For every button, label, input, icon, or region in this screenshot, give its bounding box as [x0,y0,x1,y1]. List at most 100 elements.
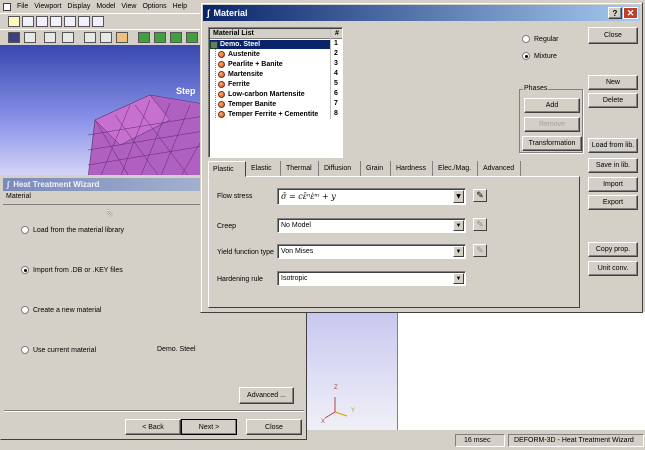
export-button[interactable]: Export [588,195,638,210]
edit-pencil-icon[interactable]: ✎ [473,189,487,202]
material-list[interactable]: Material List # Demo. Steel 1 Austenite … [208,27,343,158]
chevron-down-icon[interactable]: ▼ [453,273,464,284]
zoom-icon[interactable] [154,32,166,43]
menu-options[interactable]: Options [142,3,166,10]
chevron-down-icon[interactable]: ▼ [453,190,464,203]
phase-num: 7 [334,100,338,107]
radio-icon[interactable] [522,35,530,43]
list-row-phase[interactable]: Martensite [218,70,263,79]
tab-grain[interactable]: Grain [362,161,391,176]
save-icon[interactable] [8,32,20,43]
menu-model[interactable]: Model [96,3,115,10]
tab-hardness[interactable]: Hardness [392,161,433,176]
help-button[interactable]: ? [608,7,622,19]
unit-conv-button[interactable]: Unit conv. [588,261,638,276]
list-row-phase[interactable]: Temper Banite [218,100,276,109]
hardening-rule-select[interactable]: Isotropic ▼ [277,271,466,286]
element-icon[interactable] [50,16,62,27]
rotate-icon[interactable] [116,32,128,43]
close-button[interactable]: Close [588,27,638,44]
hardening-rule-value: Isotropic [281,275,308,282]
radio-selected-icon[interactable] [522,52,530,60]
axis-x-label: X [321,419,326,425]
menu-display[interactable]: Display [67,3,90,10]
chevron-down-icon[interactable]: ▼ [453,246,464,257]
pan-icon[interactable] [170,32,182,43]
tab-advanced[interactable]: Advanced [479,161,521,176]
radio-regular[interactable]: Regular [522,35,559,43]
option-use-current[interactable]: Use current material [21,346,96,354]
tree-line [215,49,216,118]
view-icon[interactable] [186,32,198,43]
material-titlebar[interactable]: ∫ Material [203,5,640,21]
edit-pencil-icon[interactable]: ✎ [473,218,487,231]
status-time: 16 msec [455,434,505,447]
yield-function-select[interactable]: Von Mises ▼ [277,244,466,259]
back-button[interactable]: < Back [125,419,181,435]
list-row-root[interactable]: Demo. Steel [210,40,330,49]
list-row-phase[interactable]: Pearlite + Banite [218,60,283,69]
mouse-cursor-icon: ⇖ [105,208,114,219]
window-icon[interactable] [62,32,74,43]
menu-help[interactable]: Help [173,3,187,10]
header-name: Material List [213,30,254,37]
list-row-phase[interactable]: Ferrite [218,80,250,89]
tab-plastic[interactable]: Plastic [208,161,246,177]
advanced-button[interactable]: Advanced ... [239,387,294,404]
mesh-icon[interactable] [92,16,104,27]
flow-stress-select[interactable]: σ̄ = cε̄ⁿε̇ᵐ + y ▼ [277,188,466,205]
scale-icon[interactable] [8,16,20,27]
node-icon[interactable] [22,16,34,27]
menu-file[interactable]: File [17,3,28,10]
viewport[interactable]: Step [0,45,210,178]
radio-icon[interactable] [21,306,29,314]
phase-icon [218,91,225,98]
phase-icon [218,61,225,68]
chevron-down-icon[interactable]: ▼ [453,220,464,231]
move-icon[interactable] [100,32,112,43]
radio-icon[interactable] [21,226,29,234]
tab-elec-mag[interactable]: Elec./Mag. [434,161,478,176]
next-button[interactable]: Next > [181,419,237,435]
tab-elastic[interactable]: Elastic [247,161,281,176]
transformation-button[interactable]: Transformation [522,136,582,151]
edit-pencil-icon[interactable]: ✎ [473,244,487,257]
option-import-db[interactable]: Import from .DB or .KEY files [21,266,123,274]
save-in-lib-button[interactable]: Save in lib. [588,158,638,173]
option-load-library[interactable]: Load from the material library [21,226,124,234]
creep-select[interactable]: No Model ▼ [277,218,466,233]
wizard-close-button[interactable]: Close [246,419,302,435]
tab-diffusion[interactable]: Diffusion [320,161,361,176]
list-row-phase[interactable]: Low-carbon Martensite [218,90,305,99]
phase-name: Temper Banite [228,101,277,108]
add-button[interactable]: Add [524,98,580,113]
current-material-value: Demo. Steel [157,346,196,353]
load-from-lib-button[interactable]: Load from lib. [588,138,638,153]
tab-thermal[interactable]: Thermal [282,161,319,176]
radio-selected-icon[interactable] [21,266,29,274]
copy-prop-button[interactable]: Copy prop. [588,242,638,257]
close-x-button[interactable]: ✕ [623,7,638,19]
new-button[interactable]: New [588,75,638,90]
list-row-phase[interactable]: Temper Ferrite + Cementite [218,110,318,119]
fit-icon[interactable] [138,32,150,43]
print-icon[interactable] [24,32,36,43]
camera-icon[interactable] [44,32,56,43]
option-label: Use current material [33,346,97,354]
option-create-new[interactable]: Create a new material [21,306,101,314]
surface-icon[interactable] [64,16,76,27]
select-icon[interactable] [84,32,96,43]
menu-viewport[interactable]: Viewport [34,3,61,10]
radio-mixture[interactable]: Mixture [522,52,557,60]
radio-icon[interactable] [21,346,29,354]
remove-button[interactable]: Remove [524,117,580,132]
app-icon [3,2,11,11]
menu-view[interactable]: View [121,3,136,10]
material-title: Material [213,8,248,18]
list-row-phase[interactable]: Austenite [218,50,260,59]
delete-button[interactable]: Delete [588,93,638,108]
volume-icon[interactable] [78,16,90,27]
steel-icon [210,40,218,49]
import-button[interactable]: Import [588,177,638,192]
edge-icon[interactable] [36,16,48,27]
